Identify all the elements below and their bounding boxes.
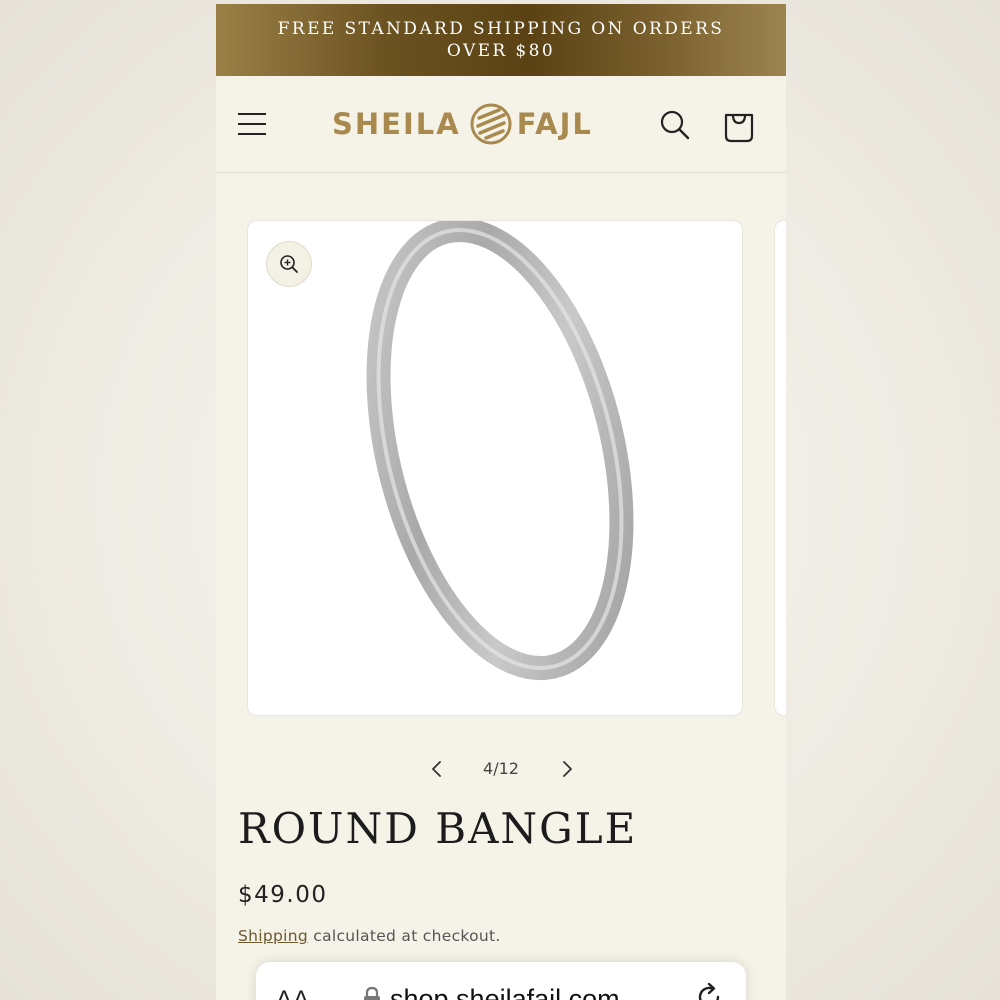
promo-line-1: FREE STANDARD SHIPPING ON ORDERS <box>277 19 725 39</box>
shipping-info: Shipping calculated at checkout. <box>238 927 501 945</box>
cart-button[interactable] <box>720 106 758 144</box>
text-size-button[interactable]: AA <box>276 986 310 1000</box>
menu-icon <box>238 113 266 115</box>
logo-text-right: FAJL <box>516 107 593 141</box>
shipping-link[interactable]: Shipping <box>238 927 308 945</box>
cart-icon <box>724 113 754 143</box>
url-text: shop.sheilafajl.com <box>390 984 620 1000</box>
product-price: $49.00 <box>238 882 328 908</box>
site-logo[interactable]: SHEILA FAJL <box>332 103 593 145</box>
promo-banner[interactable]: FREE STANDARD SHIPPING ON ORDERS OVER $8… <box>216 4 786 76</box>
menu-button[interactable] <box>236 110 268 138</box>
zoom-in-icon <box>280 255 298 273</box>
shipping-note: calculated at checkout. <box>308 927 501 945</box>
promo-line-2: OVER $80 <box>446 41 556 61</box>
previous-image-button[interactable] <box>426 758 448 785</box>
logo-mark-icon <box>470 103 512 145</box>
product-gallery <box>216 172 786 716</box>
site-header: SHEILA FAJL <box>216 76 786 173</box>
zoom-button[interactable] <box>266 241 312 287</box>
product-image <box>366 221 634 681</box>
gallery-counter: 4/12 <box>483 759 519 778</box>
logo-text-left: SHEILA <box>332 107 461 141</box>
chevron-left-icon <box>432 761 441 777</box>
search-button[interactable] <box>658 108 692 142</box>
browser-address-bar[interactable]: AA shop.sheilafajl.com <box>256 962 746 1000</box>
product-image-card[interactable] <box>247 220 743 716</box>
reload-icon[interactable] <box>694 982 724 1000</box>
next-image-button[interactable] <box>556 758 578 785</box>
search-icon <box>660 110 690 140</box>
chevron-right-icon <box>563 761 572 777</box>
product-title: ROUND BANGLE <box>238 804 638 853</box>
gallery-pager: 4/12 <box>216 754 786 784</box>
phone-screen: FREE STANDARD SHIPPING ON ORDERS OVER $8… <box>216 4 786 1000</box>
lock-icon <box>364 986 380 1000</box>
next-image-card-peek[interactable] <box>774 220 786 716</box>
